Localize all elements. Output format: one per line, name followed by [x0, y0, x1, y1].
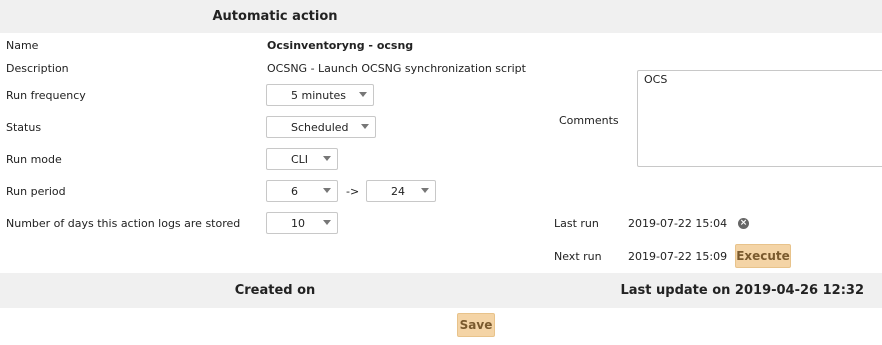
- chevron-down-icon: [361, 124, 369, 129]
- run-mode-select[interactable]: CLI: [266, 148, 338, 170]
- run-period-label: Run period: [6, 185, 66, 198]
- header-band: Automatic action: [0, 0, 882, 33]
- created-on-label: Created on: [234, 283, 316, 298]
- name-value: Ocsinventoryng - ocsng: [267, 39, 414, 52]
- chevron-down-icon: [323, 220, 331, 225]
- save-button[interactable]: Save: [457, 313, 495, 337]
- name-label: Name: [6, 39, 39, 52]
- page-title: Automatic action: [212, 9, 338, 24]
- comments-label: Comments: [559, 114, 619, 127]
- status-value: Scheduled: [291, 120, 349, 134]
- chevron-down-icon: [421, 188, 429, 193]
- comments-textarea[interactable]: OCS: [637, 70, 882, 167]
- run-period-to-value: 24: [391, 184, 405, 198]
- last-run-label: Last run: [554, 217, 599, 230]
- run-period-separator: ->: [346, 185, 360, 198]
- run-period-to-select[interactable]: 24: [366, 180, 436, 202]
- chevron-down-icon: [323, 156, 331, 161]
- last-run-value: 2019-07-22 15:04: [628, 217, 728, 230]
- close-icon[interactable]: ×: [738, 218, 749, 229]
- logs-days-label: Number of days this action logs are stor…: [6, 217, 241, 230]
- run-period-from-select[interactable]: 6: [266, 180, 338, 202]
- chevron-down-icon: [359, 92, 367, 97]
- footer-band: Created on Last update on 2019-04-26 12:…: [0, 273, 882, 308]
- logs-days-value: 10: [291, 216, 305, 230]
- description-value: OCSNG - Launch OCSNG synchronization scr…: [267, 62, 526, 75]
- chevron-down-icon: [323, 188, 331, 193]
- run-period-from-value: 6: [291, 184, 298, 198]
- logs-days-select[interactable]: 10: [266, 212, 338, 234]
- last-update-label: Last update on 2019-04-26 12:32: [620, 283, 864, 298]
- next-run-value: 2019-07-22 15:09: [628, 250, 728, 263]
- run-mode-label: Run mode: [6, 153, 62, 166]
- run-frequency-select[interactable]: 5 minutes: [266, 84, 374, 106]
- run-frequency-value: 5 minutes: [291, 88, 347, 102]
- status-label: Status: [6, 121, 42, 134]
- run-mode-value: CLI: [291, 152, 309, 166]
- description-label: Description: [6, 62, 69, 75]
- run-frequency-label: Run frequency: [6, 89, 86, 102]
- next-run-label: Next run: [554, 250, 602, 263]
- execute-button[interactable]: Execute: [735, 244, 791, 268]
- status-select[interactable]: Scheduled: [266, 116, 376, 138]
